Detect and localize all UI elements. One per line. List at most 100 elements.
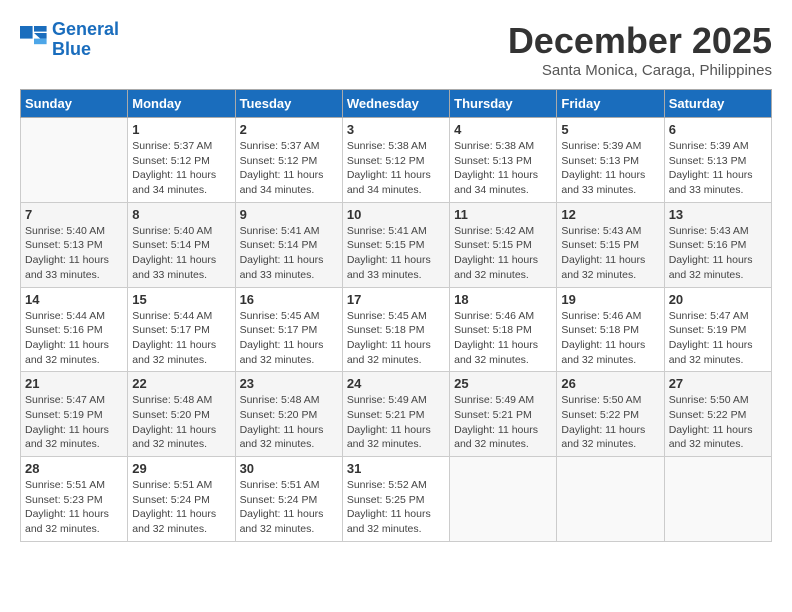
day-cell (664, 457, 771, 542)
day-cell: 3Sunrise: 5:38 AM Sunset: 5:12 PM Daylig… (342, 118, 449, 203)
day-info: Sunrise: 5:41 AM Sunset: 5:14 PM Dayligh… (240, 224, 338, 283)
day-number: 28 (25, 461, 123, 476)
day-number: 25 (454, 376, 552, 391)
day-info: Sunrise: 5:46 AM Sunset: 5:18 PM Dayligh… (561, 309, 659, 368)
day-cell: 27Sunrise: 5:50 AM Sunset: 5:22 PM Dayli… (664, 372, 771, 457)
day-info: Sunrise: 5:49 AM Sunset: 5:21 PM Dayligh… (347, 393, 445, 452)
day-number: 2 (240, 122, 338, 137)
day-info: Sunrise: 5:52 AM Sunset: 5:25 PM Dayligh… (347, 478, 445, 537)
day-number: 8 (132, 207, 230, 222)
day-cell: 12Sunrise: 5:43 AM Sunset: 5:15 PM Dayli… (557, 202, 664, 287)
day-info: Sunrise: 5:51 AM Sunset: 5:24 PM Dayligh… (240, 478, 338, 537)
day-info: Sunrise: 5:46 AM Sunset: 5:18 PM Dayligh… (454, 309, 552, 368)
day-info: Sunrise: 5:43 AM Sunset: 5:16 PM Dayligh… (669, 224, 767, 283)
day-cell: 5Sunrise: 5:39 AM Sunset: 5:13 PM Daylig… (557, 118, 664, 203)
day-cell: 6 Sunrise: 5:39 AM Sunset: 5:13 PM Daylig… (664, 118, 771, 203)
day-info: Sunrise: 5:40 AM Sunset: 5:13 PM Dayligh… (25, 224, 123, 283)
day-number: 20 (669, 292, 767, 307)
day-cell: 15 Sunrise: 5:44 AM Sunset: 5:17 PM Dayli… (128, 287, 235, 372)
day-info: Sunrise: 5:49 AM Sunset: 5:21 PM Dayligh… (454, 393, 552, 452)
day-number: 1 (132, 122, 230, 137)
day-number: 30 (240, 461, 338, 476)
day-cell: 18 Sunrise: 5:46 AM Sunset: 5:18 PM Dayli… (450, 287, 557, 372)
day-cell: 20 Sunrise: 5:47 AM Sunset: 5:19 PM Dayli… (664, 287, 771, 372)
logo-text-line2: Blue (52, 40, 119, 60)
day-cell: 24Sunrise: 5:49 AM Sunset: 5:21 PM Dayli… (342, 372, 449, 457)
day-cell: 23 Sunrise: 5:48 AM Sunset: 5:20 PM Dayli… (235, 372, 342, 457)
week-row-2: 7 Sunrise: 5:40 AM Sunset: 5:13 PM Daylig… (21, 202, 772, 287)
day-number: 26 (561, 376, 659, 391)
day-info: Sunrise: 5:51 AM Sunset: 5:23 PM Dayligh… (25, 478, 123, 537)
day-cell: 21 Sunrise: 5:47 AM Sunset: 5:19 PM Dayli… (21, 372, 128, 457)
logo: General Blue (20, 20, 119, 60)
title-section: December 2025 Santa Monica, Caraga, Phil… (508, 20, 772, 79)
day-info: Sunrise: 5:45 AM Sunset: 5:18 PM Dayligh… (347, 309, 445, 368)
day-info: Sunrise: 5:44 AM Sunset: 5:17 PM Dayligh… (132, 309, 230, 368)
day-header-friday: Friday (557, 90, 664, 118)
day-cell: 8Sunrise: 5:40 AM Sunset: 5:14 PM Daylig… (128, 202, 235, 287)
day-info: Sunrise: 5:47 AM Sunset: 5:19 PM Dayligh… (669, 309, 767, 368)
day-number: 18 (454, 292, 552, 307)
day-number: 29 (132, 461, 230, 476)
day-cell (450, 457, 557, 542)
day-cell: 17 Sunrise: 5:45 AM Sunset: 5:18 PM Dayli… (342, 287, 449, 372)
day-number: 10 (347, 207, 445, 222)
week-row-1: 1 Sunrise: 5:37 AM Sunset: 5:12 PM Daylig… (21, 118, 772, 203)
day-cell: 19Sunrise: 5:46 AM Sunset: 5:18 PM Dayli… (557, 287, 664, 372)
day-info: Sunrise: 5:37 AM Sunset: 5:12 PM Dayligh… (132, 139, 230, 198)
day-cell: 29 Sunrise: 5:51 AM Sunset: 5:24 PM Dayli… (128, 457, 235, 542)
day-info: Sunrise: 5:45 AM Sunset: 5:17 PM Dayligh… (240, 309, 338, 368)
day-cell (21, 118, 128, 203)
day-header-tuesday: Tuesday (235, 90, 342, 118)
day-cell (557, 457, 664, 542)
day-cell: 7 Sunrise: 5:40 AM Sunset: 5:13 PM Daylig… (21, 202, 128, 287)
day-info: Sunrise: 5:39 AM Sunset: 5:13 PM Dayligh… (669, 139, 767, 198)
day-number: 14 (25, 292, 123, 307)
day-cell: 16 Sunrise: 5:45 AM Sunset: 5:17 PM Dayli… (235, 287, 342, 372)
day-info: Sunrise: 5:38 AM Sunset: 5:13 PM Dayligh… (454, 139, 552, 198)
day-info: Sunrise: 5:48 AM Sunset: 5:20 PM Dayligh… (240, 393, 338, 452)
logo-text-line1: General (52, 20, 119, 40)
day-header-thursday: Thursday (450, 90, 557, 118)
day-info: Sunrise: 5:41 AM Sunset: 5:15 PM Dayligh… (347, 224, 445, 283)
day-cell: 14 Sunrise: 5:44 AM Sunset: 5:16 PM Dayli… (21, 287, 128, 372)
day-info: Sunrise: 5:37 AM Sunset: 5:12 PM Dayligh… (240, 139, 338, 198)
day-number: 17 (347, 292, 445, 307)
day-number: 3 (347, 122, 445, 137)
day-header-row: SundayMondayTuesdayWednesdayThursdayFrid… (21, 90, 772, 118)
day-number: 16 (240, 292, 338, 307)
day-info: Sunrise: 5:51 AM Sunset: 5:24 PM Dayligh… (132, 478, 230, 537)
day-number: 12 (561, 207, 659, 222)
day-number: 11 (454, 207, 552, 222)
day-number: 15 (132, 292, 230, 307)
day-header-monday: Monday (128, 90, 235, 118)
day-cell: 2 Sunrise: 5:37 AM Sunset: 5:12 PM Daylig… (235, 118, 342, 203)
day-number: 6 (669, 122, 767, 137)
day-number: 9 (240, 207, 338, 222)
day-header-saturday: Saturday (664, 90, 771, 118)
day-info: Sunrise: 5:47 AM Sunset: 5:19 PM Dayligh… (25, 393, 123, 452)
day-cell: 28 Sunrise: 5:51 AM Sunset: 5:23 PM Dayli… (21, 457, 128, 542)
day-info: Sunrise: 5:44 AM Sunset: 5:16 PM Dayligh… (25, 309, 123, 368)
day-cell: 1 Sunrise: 5:37 AM Sunset: 5:12 PM Daylig… (128, 118, 235, 203)
week-row-3: 14 Sunrise: 5:44 AM Sunset: 5:16 PM Dayli… (21, 287, 772, 372)
day-cell: 4Sunrise: 5:38 AM Sunset: 5:13 PM Daylig… (450, 118, 557, 203)
day-cell: 30 Sunrise: 5:51 AM Sunset: 5:24 PM Dayli… (235, 457, 342, 542)
day-cell: 26 Sunrise: 5:50 AM Sunset: 5:22 PM Dayli… (557, 372, 664, 457)
logo-icon (20, 26, 48, 54)
day-cell: 25 Sunrise: 5:49 AM Sunset: 5:21 PM Dayli… (450, 372, 557, 457)
day-number: 21 (25, 376, 123, 391)
day-info: Sunrise: 5:50 AM Sunset: 5:22 PM Dayligh… (561, 393, 659, 452)
day-cell: 10 Sunrise: 5:41 AM Sunset: 5:15 PM Dayli… (342, 202, 449, 287)
day-number: 7 (25, 207, 123, 222)
day-header-sunday: Sunday (21, 90, 128, 118)
day-cell: 11 Sunrise: 5:42 AM Sunset: 5:15 PM Dayli… (450, 202, 557, 287)
page-header: General Blue December 2025 Santa Monica,… (20, 20, 772, 79)
month-title: December 2025 (508, 20, 772, 62)
day-cell: 13Sunrise: 5:43 AM Sunset: 5:16 PM Dayli… (664, 202, 771, 287)
location: Santa Monica, Caraga, Philippines (508, 62, 772, 79)
week-row-5: 28 Sunrise: 5:51 AM Sunset: 5:23 PM Dayli… (21, 457, 772, 542)
day-header-wednesday: Wednesday (342, 90, 449, 118)
day-number: 23 (240, 376, 338, 391)
day-info: Sunrise: 5:42 AM Sunset: 5:15 PM Dayligh… (454, 224, 552, 283)
